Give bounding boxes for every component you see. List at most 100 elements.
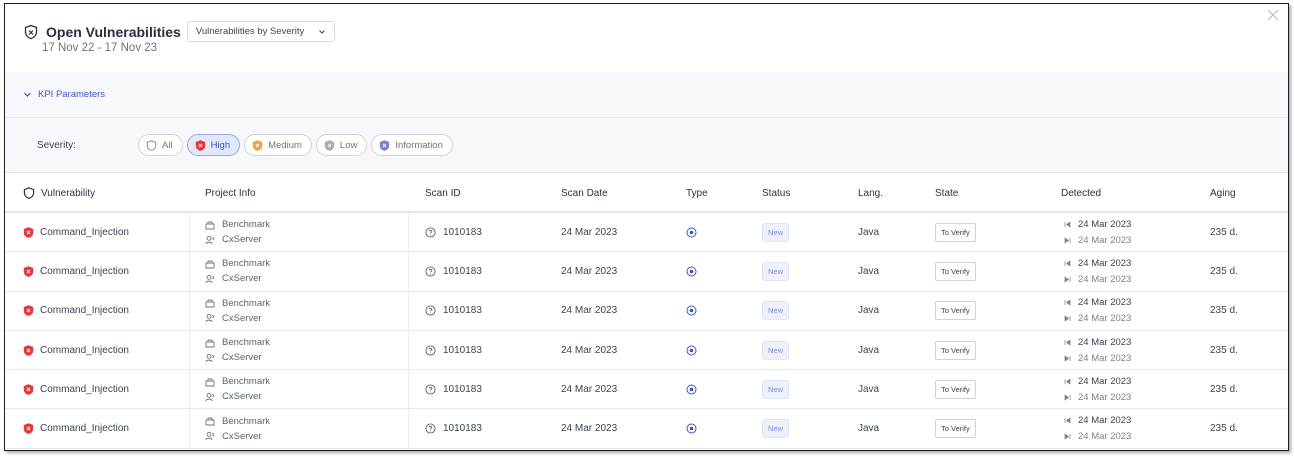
last-detected-date: 24 Mar 2023 [1078, 391, 1132, 403]
report-type-select[interactable]: Vulnerabilities by Severity [186, 21, 336, 42]
vulnerability-name[interactable]: Command_Injection [40, 384, 129, 395]
project-info-cell: Benchmark CxServer [205, 409, 270, 447]
vulnerability-cell[interactable]: Command_Injection [23, 252, 129, 290]
first-detected-date: 24 Mar 2023 [1078, 218, 1132, 230]
column-header-project-info[interactable]: Project Info [205, 173, 256, 213]
table-row[interactable]: Command_Injection Benchmark CxServer 101018… [5, 370, 1288, 410]
severity-chip-medium[interactable]: Medium [244, 134, 312, 156]
table-row[interactable]: Command_Injection Benchmark CxServer 101018… [5, 330, 1288, 371]
status-cell: New [762, 370, 790, 408]
project-icon [205, 299, 215, 308]
severity-chip-low[interactable]: Low [315, 134, 368, 156]
severity-chip-label: All [162, 139, 173, 151]
column-header-aging[interactable]: Aging [1210, 173, 1236, 213]
column-divider [408, 291, 409, 330]
first-detected-icon [1064, 299, 1071, 306]
column-header-vulnerability[interactable]: Vulnerability [23, 173, 95, 213]
vulnerability-name[interactable]: Command_Injection [40, 423, 129, 434]
language: Java [858, 423, 880, 435]
help-circle-icon [425, 266, 436, 277]
scan-id-cell: 1010183 [425, 252, 482, 290]
table-row[interactable]: Command_Injection Benchmark CxServer 101018… [5, 213, 1288, 253]
table-row[interactable]: Command_Injection Benchmark CxServer 101018… [5, 291, 1288, 331]
vulnerability-cell[interactable]: Command_Injection [23, 292, 129, 330]
type-cell [686, 292, 697, 330]
severity-chip-information[interactable]: Information [371, 134, 453, 156]
project-info-cell: Benchmark CxServer [205, 213, 270, 251]
state-select[interactable]: To Verify [935, 261, 976, 281]
shield-outline-icon [23, 187, 35, 199]
status-cell: New [762, 292, 790, 330]
last-detected-icon [1064, 315, 1071, 322]
state-select[interactable]: To Verify [935, 379, 976, 399]
column-header-state[interactable]: State [935, 173, 958, 213]
project-name[interactable]: Benchmark [222, 376, 270, 387]
status-badge: New [762, 379, 790, 399]
last-detected-date: 24 Mar 2023 [1078, 234, 1132, 246]
kpi-parameters-toggle[interactable]: KPI Parameters [5, 72, 1288, 118]
column-header-type[interactable]: Type [686, 173, 708, 213]
project-name[interactable]: Benchmark [222, 337, 270, 348]
project-name[interactable]: Benchmark [222, 258, 270, 269]
column-header-scan-date[interactable]: Scan Date [561, 173, 608, 213]
severity-chip-high[interactable]: High [186, 134, 241, 156]
vulnerabilities-panel: Open Vulnerabilities Vulnerabilities by … [4, 3, 1289, 451]
vulnerability-name[interactable]: Command_Injection [40, 227, 129, 238]
column-header-label: Lang. [858, 187, 884, 199]
vulnerabilities-table: Vulnerability Project Info Scan ID Scan Dat… [5, 173, 1288, 449]
project-name[interactable]: Benchmark [222, 219, 270, 230]
column-divider [189, 291, 190, 330]
scan-date-cell: 24 Mar 2023 [561, 370, 617, 408]
status-badge: New [762, 301, 790, 321]
severity-chip-all[interactable]: All [138, 134, 183, 156]
vulnerability-cell[interactable]: Command_Injection [23, 409, 129, 447]
scan-id-cell: 1010183 [425, 331, 482, 369]
project-info-cell: Benchmark CxServer [205, 331, 270, 369]
lang-cell: Java [858, 252, 879, 290]
table-row[interactable]: Command_Injection Benchmark CxServer 101018… [5, 409, 1288, 449]
project-owner: CxServer [222, 273, 262, 285]
column-header-lang[interactable]: Lang. [858, 173, 883, 213]
vulnerability-cell[interactable]: Command_Injection [23, 370, 129, 408]
state-select[interactable]: To Verify [935, 340, 976, 360]
first-detected-icon [1064, 220, 1071, 228]
last-detected-date: 24 Mar 2023 [1078, 431, 1132, 443]
scan-id[interactable]: 1010183 [443, 345, 482, 356]
column-header-status[interactable]: Status [762, 173, 790, 213]
scan-id[interactable]: 1010183 [443, 384, 482, 395]
table-header: Vulnerability Project Info Scan ID Scan Dat… [5, 173, 1288, 213]
detected-cell: 24 Mar 2023 24 Mar 2023 [1064, 213, 1131, 251]
vulnerability-name[interactable]: Command_Injection [40, 266, 129, 277]
type-cell [686, 370, 697, 408]
vulnerability-cell[interactable]: Command_Injection [23, 331, 129, 369]
column-divider [408, 370, 409, 409]
scan-id[interactable]: 1010183 [443, 266, 482, 277]
scan-id[interactable]: 1010183 [443, 305, 482, 316]
first-detected-icon [1064, 417, 1071, 424]
scan-date-cell: 24 Mar 2023 [561, 331, 617, 369]
state-select[interactable]: To Verify [935, 419, 976, 439]
state-select[interactable]: To Verify [935, 301, 976, 321]
table-row[interactable]: Command_Injection Benchmark CxServer 101018… [5, 252, 1288, 292]
users-icon [205, 392, 215, 401]
vulnerability-cell[interactable]: Command_Injection [23, 213, 129, 251]
aging: 235 d. [1210, 383, 1238, 395]
project-name[interactable]: Benchmark [222, 298, 270, 309]
vulnerability-name[interactable]: Command_Injection [40, 345, 129, 356]
type-cell [686, 252, 697, 290]
scan-id[interactable]: 1010183 [443, 227, 482, 238]
project-owner: CxServer [222, 352, 262, 364]
first-detected-icon [1064, 338, 1071, 346]
scan-id[interactable]: 1010183 [443, 423, 482, 434]
column-header-scan-id[interactable]: Scan ID [425, 173, 461, 213]
state-select[interactable]: To Verify [935, 222, 976, 242]
project-name[interactable]: Benchmark [222, 416, 270, 427]
vulnerability-name[interactable]: Command_Injection [40, 305, 129, 316]
high-severity-icon [23, 423, 34, 435]
low-severity-icon [324, 139, 335, 151]
project-info-cell: Benchmark CxServer [205, 252, 270, 290]
column-header-detected[interactable]: Detected [1061, 173, 1101, 213]
language: Java [858, 305, 880, 317]
detected-cell: 24 Mar 2023 24 Mar 2023 [1064, 252, 1131, 290]
chevron-down-icon [24, 92, 31, 97]
